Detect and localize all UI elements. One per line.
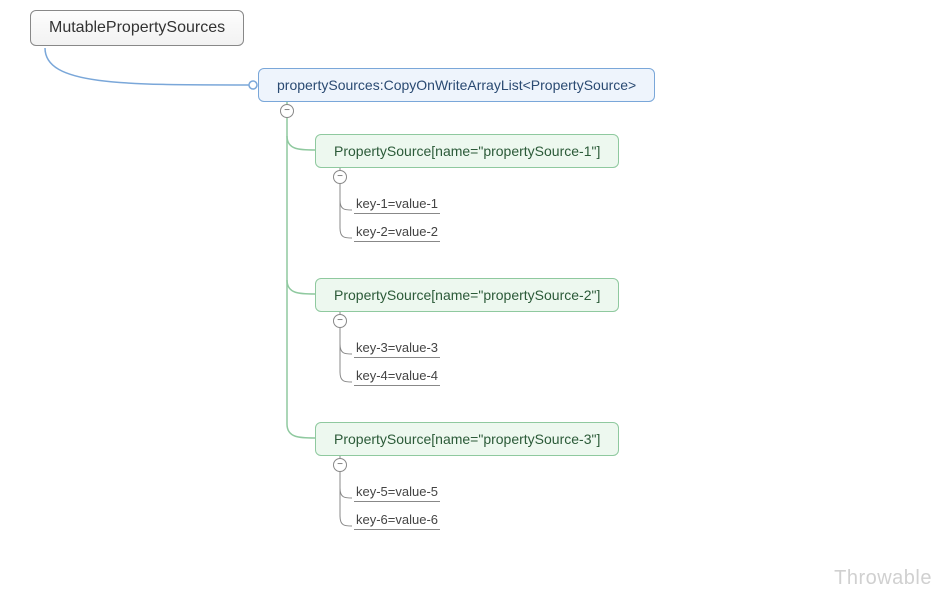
- root-node[interactable]: MutablePropertySources: [30, 10, 244, 46]
- property-source-node[interactable]: PropertySource[name="propertySource-1"]: [315, 134, 619, 168]
- property-entry[interactable]: key-2=value-2: [354, 224, 440, 242]
- property-entry[interactable]: key-5=value-5: [354, 484, 440, 502]
- property-entry[interactable]: key-1=value-1: [354, 196, 440, 214]
- property-source-node[interactable]: PropertySource[name="propertySource-2"]: [315, 278, 619, 312]
- property-source-node[interactable]: PropertySource[name="propertySource-3"]: [315, 422, 619, 456]
- property-source-label: PropertySource[name="propertySource-1"]: [334, 143, 600, 159]
- collapse-toggle-source-3[interactable]: −: [333, 458, 347, 472]
- property-source-label: PropertySource[name="propertySource-2"]: [334, 287, 600, 303]
- collapse-toggle-source-2[interactable]: −: [333, 314, 347, 328]
- property-sources-list-node[interactable]: propertySources:CopyOnWriteArrayList<Pro…: [258, 68, 655, 102]
- collapse-toggle-source-1[interactable]: −: [333, 170, 347, 184]
- list-label: propertySources:CopyOnWriteArrayList<Pro…: [277, 77, 636, 93]
- property-entry[interactable]: key-3=value-3: [354, 340, 440, 358]
- root-label: MutablePropertySources: [49, 19, 225, 36]
- collapse-toggle-list[interactable]: −: [280, 104, 294, 118]
- watermark: Throwable: [834, 567, 932, 590]
- property-entry[interactable]: key-4=value-4: [354, 368, 440, 386]
- property-source-label: PropertySource[name="propertySource-3"]: [334, 431, 600, 447]
- property-entry[interactable]: key-6=value-6: [354, 512, 440, 530]
